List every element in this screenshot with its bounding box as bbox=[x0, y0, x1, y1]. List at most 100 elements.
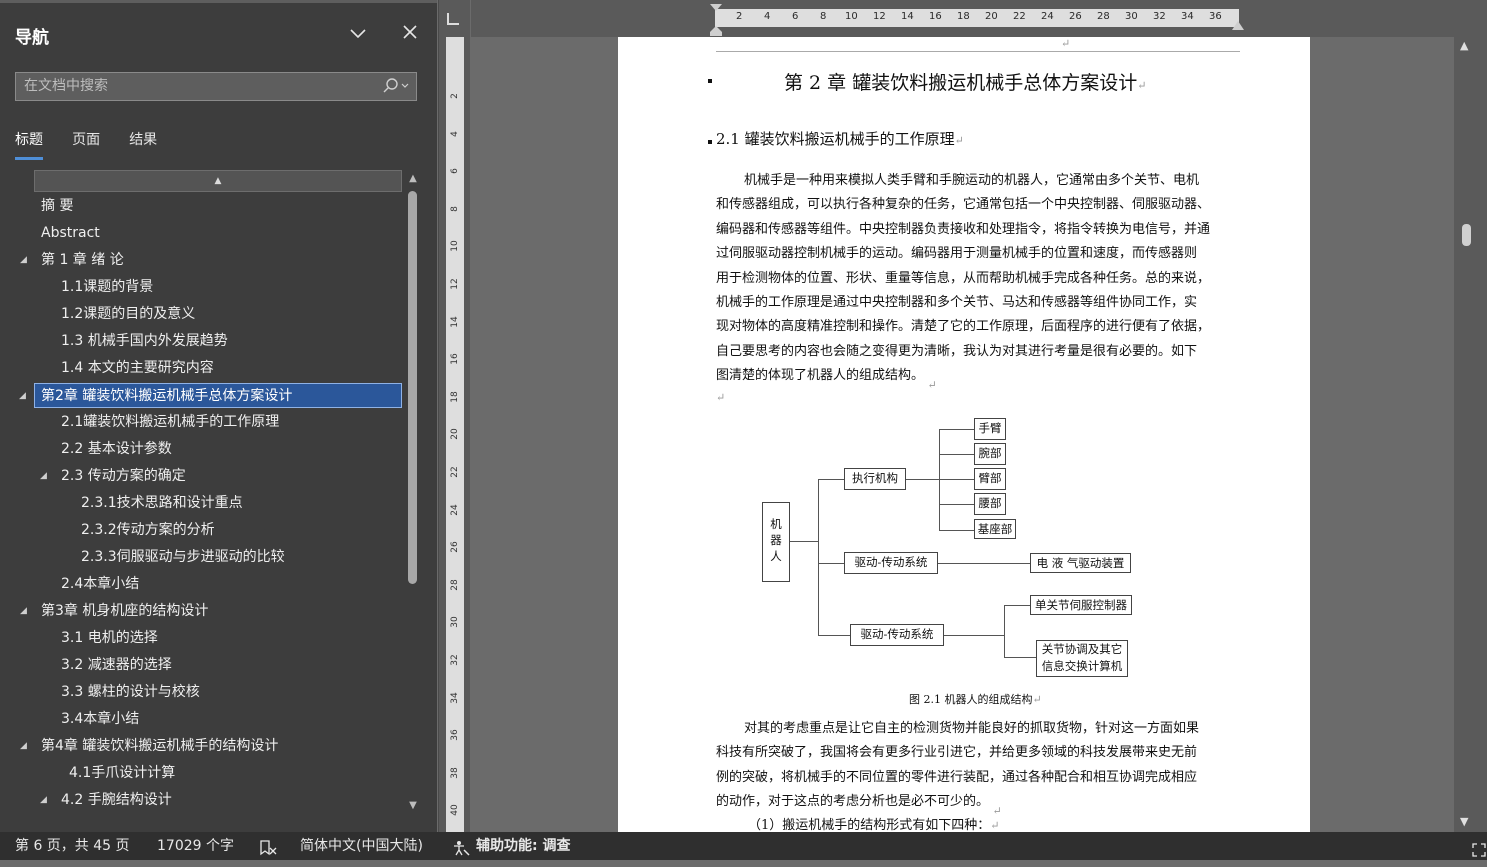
document-scrollbar[interactable]: ▲ ▼ bbox=[1454, 37, 1487, 832]
nav-heading-item[interactable]: 2.3.3伺服驱动与步进驱动的比较 bbox=[81, 545, 285, 570]
nav-heading-item[interactable]: 2.1罐装饮料搬运机械手的工作原理 bbox=[61, 410, 279, 435]
navigation-pane: 导航 在文档中搜索 标题 页面 结果 ▲ 摘 要 Abstract ◢ 第 1 章 绪… bbox=[0, 0, 437, 832]
diagram-arm-box: 手臂 bbox=[974, 418, 1006, 440]
accessibility-status[interactable]: 辅助功能: 调查 bbox=[476, 832, 570, 860]
body-paragraph-3[interactable]: （1）搬运机械手的结构形式有如下四种：↵ bbox=[716, 814, 1240, 832]
body-paragraph-2[interactable]: 对其的考虑重点是让它自主的检测货物并能良好的抓取货物，针对这一方面如果 科技有所突… bbox=[716, 717, 1240, 824]
chevron-down-icon[interactable] bbox=[345, 21, 371, 47]
nav-heading-item[interactable]: 4.1手爪设计计算 bbox=[69, 761, 175, 786]
nav-heading-item[interactable]: 1.3 机械手国内外发展趋势 bbox=[61, 329, 228, 354]
nav-heading-item[interactable]: Abstract bbox=[41, 221, 100, 246]
text-line: 用于检测物体的位置、形状、重量等信息，从而帮助机械手完成各种任务。总的来说， bbox=[716, 270, 1211, 286]
search-input[interactable]: 在文档中搜索 bbox=[15, 72, 417, 101]
nav-heading-item[interactable]: 3.1 电机的选择 bbox=[61, 626, 158, 651]
nav-heading-label: 1.4 本文的主要研究内容 bbox=[61, 360, 214, 376]
focus-mode-icon[interactable] bbox=[1472, 839, 1486, 867]
nav-heading-item[interactable]: 1.2课题的目的及意义 bbox=[61, 302, 195, 327]
document-canvas[interactable]: ↵ 第 2 章 罐装饮料搬运机械手总体方案设计↵ 2.1 罐装饮料搬运机械手的工… bbox=[471, 37, 1454, 832]
nav-heading-item[interactable]: 2.3.1技术思路和设计重点 bbox=[81, 491, 243, 516]
section-heading[interactable]: 2.1 罐装饮料搬运机械手的工作原理↵ bbox=[716, 128, 964, 149]
nav-heading-item[interactable]: 2.4本章小结 bbox=[61, 572, 139, 597]
nav-heading-item[interactable]: ◢ 2.3 传动方案的确定 bbox=[40, 464, 186, 489]
page-count[interactable]: 第 6 页，共 45 页 bbox=[15, 832, 130, 860]
expand-triangle-icon[interactable]: ◢ bbox=[20, 248, 27, 272]
scroll-down-arrow-icon[interactable]: ▼ bbox=[1460, 815, 1468, 828]
chapter-heading[interactable]: 第 2 章 罐装饮料搬运机械手总体方案设计↵ bbox=[784, 68, 1146, 95]
nav-heading-item[interactable]: ◢ 第4章 罐装饮料搬运机械手的结构设计 bbox=[20, 734, 278, 759]
nav-scrollbar-thumb[interactable] bbox=[408, 191, 417, 584]
proofing-icon[interactable] bbox=[259, 838, 277, 866]
ruler-tick-label: 40 bbox=[450, 804, 460, 817]
search-icon[interactable] bbox=[382, 73, 412, 109]
text-line: 图清楚的体现了机器人的组成结构。 bbox=[716, 368, 925, 384]
scroll-up-arrow-icon[interactable]: ▲ bbox=[1460, 39, 1468, 52]
scroll-up-arrow-icon[interactable]: ▲ bbox=[406, 173, 420, 184]
scroll-down-arrow-icon[interactable]: ▼ bbox=[406, 800, 420, 811]
ruler-tick-label: 36 bbox=[1209, 11, 1222, 22]
nav-heading-item[interactable]: ◢ 4.2 手腕结构设计 bbox=[40, 788, 172, 813]
diagram-root-box: 机器人 bbox=[762, 502, 790, 582]
word-count[interactable]: 17029 个字 bbox=[157, 832, 234, 860]
tab-pages[interactable]: 页面 bbox=[72, 130, 100, 160]
accessibility-icon[interactable] bbox=[453, 838, 471, 866]
nav-title: 导航 bbox=[15, 28, 49, 48]
nav-heading-label: 4.2 手腕结构设计 bbox=[61, 792, 172, 808]
scroll-up-headings-button[interactable]: ▲ bbox=[34, 170, 402, 192]
text-line: 现对物体的高度精准控制和操作。清楚了它的工作原理，后面程序的进行便有了依据， bbox=[716, 319, 1211, 335]
ruler-tick-label: 20 bbox=[985, 11, 998, 22]
ruler-tick-label: 30 bbox=[1125, 11, 1138, 22]
ruler-tick-label: 22 bbox=[1013, 11, 1026, 22]
ruler-tick-label: 12 bbox=[873, 11, 886, 22]
nav-heading-item[interactable]: ◢ 第 1 章 绪 论 bbox=[20, 248, 124, 273]
expand-triangle-icon[interactable]: ◢ bbox=[20, 599, 27, 623]
tab-results[interactable]: 结果 bbox=[129, 130, 157, 160]
ruler-tick-label: 8 bbox=[820, 11, 827, 22]
diagram-drive1-target-box: 电 液 气驱动装置 bbox=[1030, 553, 1131, 573]
paragraph-mark-icon: ↵ bbox=[716, 391, 726, 404]
right-indent-marker-icon[interactable] bbox=[1231, 20, 1245, 32]
diagram-drive1-box: 驱动-传动系统 bbox=[844, 552, 938, 574]
expand-triangle-icon[interactable]: ◢ bbox=[19, 384, 26, 408]
expand-triangle-icon[interactable]: ◢ bbox=[20, 734, 27, 758]
nav-heading-item[interactable]: 3.4本章小结 bbox=[61, 707, 139, 732]
nav-scrollbar[interactable]: ▲ ▼ bbox=[404, 171, 422, 816]
heading-tree: 摘 要 Abstract ◢ 第 1 章 绪 论 1.1课题的背景 1.2课题的目的及意义… bbox=[0, 194, 405, 814]
ruler-tick-label: 4 bbox=[764, 11, 771, 22]
nav-heading-label: 2.3.1技术思路和设计重点 bbox=[81, 495, 243, 511]
ruler-tick-label: 26 bbox=[1069, 11, 1082, 22]
nav-heading-item[interactable]: 1.4 本文的主要研究内容 bbox=[61, 356, 214, 381]
text-line: 和传感器组成，可以执行各种复杂的任务，它通常包括一个中央控制器、伺服驱动器、 bbox=[716, 197, 1211, 213]
nav-heading-item[interactable]: ◢ 第2章 罐装饮料搬运机械手总体方案设计 bbox=[19, 383, 402, 408]
nav-heading-item[interactable]: 2.2 基本设计参数 bbox=[61, 437, 172, 462]
ruler-tick-label: 8 bbox=[450, 205, 460, 212]
horizontal-ruler: 2 4 6 8 10 12 14 16 18 20 22 24 26 28 30 32 34 36 bbox=[471, 0, 1487, 37]
ruler-tick-label: 14 bbox=[450, 315, 460, 328]
tab-headings[interactable]: 标题 bbox=[15, 130, 43, 160]
nav-heading-item[interactable]: 3.2 减速器的选择 bbox=[61, 653, 172, 678]
close-icon[interactable] bbox=[397, 21, 423, 47]
nav-heading-label: 2.3.2传动方案的分析 bbox=[81, 522, 215, 538]
ruler-tick-label: 28 bbox=[1097, 11, 1110, 22]
document-page[interactable]: ↵ 第 2 章 罐装饮料搬运机械手总体方案设计↵ 2.1 罐装饮料搬运机械手的工… bbox=[618, 37, 1310, 832]
robot-structure-diagram: 机器人 执行机构 手臂 腕部 臂部 腰部 基座部 驱动-传动系统 电 液 气驱动 bbox=[758, 415, 1148, 680]
nav-heading-item[interactable]: 2.3.2传动方案的分析 bbox=[81, 518, 215, 543]
vertical-ruler-strip: 2 4 6 8 10 12 14 16 18 20 22 24 26 28 30 32 34 36 38 40 bbox=[446, 37, 464, 832]
body-paragraph-1[interactable]: 机械手是一种用来模拟人类手臂和手腕运动的机器人，它通常由多个关节、电机和传感器组… bbox=[716, 169, 1240, 398]
text-line: 机械手是一种用来模拟人类手臂和手腕运动的机器人，它通常由多个关节、电机 bbox=[744, 173, 1200, 188]
ruler-tick-label: 24 bbox=[1041, 11, 1054, 22]
nav-heading-item[interactable]: 摘 要 bbox=[41, 194, 73, 219]
language-indicator[interactable]: 简体中文(中国大陆) bbox=[300, 832, 423, 860]
expand-triangle-icon[interactable]: ◢ bbox=[40, 788, 47, 812]
nav-heading-item[interactable]: 1.1课题的背景 bbox=[61, 275, 153, 300]
document-scrollbar-thumb[interactable] bbox=[1462, 224, 1471, 246]
tab-stop-selector-icon[interactable] bbox=[447, 13, 459, 25]
nav-heading-label: 1.2课题的目的及意义 bbox=[61, 306, 196, 322]
nav-heading-item[interactable]: ◢ 第3章 机身机座的结构设计 bbox=[20, 599, 208, 624]
diagram-waist-box: 腰部 bbox=[974, 493, 1006, 515]
ruler-tick-label: 16 bbox=[929, 11, 942, 22]
figure-caption[interactable]: 图 2.1 机器人的组成结构↵ bbox=[909, 691, 1042, 707]
indent-marker-icon[interactable] bbox=[709, 2, 723, 36]
text-line: 例的突破，将机械手的不同位置的零件进行装配，通过各种配合和相互协调完成相应 bbox=[716, 769, 1198, 785]
expand-triangle-icon[interactable]: ◢ bbox=[40, 464, 47, 488]
nav-heading-item[interactable]: 3.3 螺柱的设计与校核 bbox=[61, 680, 200, 705]
